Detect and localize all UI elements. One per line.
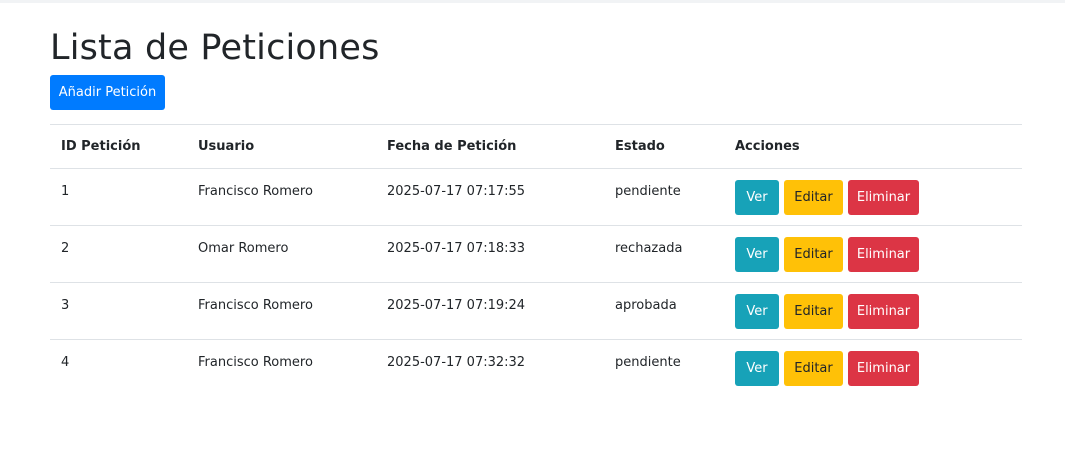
cell-id: 1 xyxy=(50,168,187,226)
header-actions: Acciones xyxy=(724,124,1022,169)
view-button[interactable]: Ver xyxy=(735,236,779,272)
requests-table: ID Petición Usuario Fecha de Petición Es… xyxy=(50,124,1022,397)
table-body: 1 Francisco Romero 2025-07-17 07:17:55 p… xyxy=(50,168,1022,397)
cell-id: 4 xyxy=(50,339,187,397)
page-title: Lista de Peticiones xyxy=(50,28,380,68)
header-user: Usuario xyxy=(187,124,376,169)
row-actions: Ver Editar Eliminar xyxy=(735,293,1022,329)
delete-button[interactable]: Eliminar xyxy=(848,293,919,329)
cell-user: Omar Romero xyxy=(187,225,376,283)
cell-user: Francisco Romero xyxy=(187,339,376,397)
top-bar xyxy=(0,0,1065,3)
table-row: 2 Omar Romero 2025-07-17 07:18:33 rechaz… xyxy=(50,225,1022,283)
header-id: ID Petición xyxy=(50,124,187,169)
cell-status: pendiente xyxy=(604,339,724,397)
row-actions: Ver Editar Eliminar xyxy=(735,236,1022,272)
table-row: 3 Francisco Romero 2025-07-17 07:19:24 a… xyxy=(50,282,1022,340)
add-request-button[interactable]: Añadir Petición xyxy=(50,75,165,110)
cell-user: Francisco Romero xyxy=(187,282,376,340)
cell-id: 3 xyxy=(50,282,187,340)
table-row: 4 Francisco Romero 2025-07-17 07:32:32 p… xyxy=(50,339,1022,397)
view-button[interactable]: Ver xyxy=(735,179,779,215)
cell-actions: Ver Editar Eliminar xyxy=(724,168,1022,226)
edit-button[interactable]: Editar xyxy=(784,293,843,329)
delete-button[interactable]: Eliminar xyxy=(848,179,919,215)
edit-button[interactable]: Editar xyxy=(784,236,843,272)
row-actions: Ver Editar Eliminar xyxy=(735,350,1022,386)
header-status: Estado xyxy=(604,124,724,169)
edit-button[interactable]: Editar xyxy=(784,350,843,386)
cell-date: 2025-07-17 07:32:32 xyxy=(376,339,604,397)
view-button[interactable]: Ver xyxy=(735,293,779,329)
cell-actions: Ver Editar Eliminar xyxy=(724,339,1022,397)
table-row: 1 Francisco Romero 2025-07-17 07:17:55 p… xyxy=(50,168,1022,226)
cell-date: 2025-07-17 07:19:24 xyxy=(376,282,604,340)
header-row: ID Petición Usuario Fecha de Petición Es… xyxy=(50,124,1022,169)
edit-button[interactable]: Editar xyxy=(784,179,843,215)
cell-actions: Ver Editar Eliminar xyxy=(724,282,1022,340)
cell-status: rechazada xyxy=(604,225,724,283)
delete-button[interactable]: Eliminar xyxy=(848,236,919,272)
view-button[interactable]: Ver xyxy=(735,350,779,386)
header-date: Fecha de Petición xyxy=(376,124,604,169)
row-actions: Ver Editar Eliminar xyxy=(735,179,1022,215)
cell-date: 2025-07-17 07:17:55 xyxy=(376,168,604,226)
cell-date: 2025-07-17 07:18:33 xyxy=(376,225,604,283)
cell-user: Francisco Romero xyxy=(187,168,376,226)
cell-actions: Ver Editar Eliminar xyxy=(724,225,1022,283)
cell-status: pendiente xyxy=(604,168,724,226)
table-header: ID Petición Usuario Fecha de Petición Es… xyxy=(50,124,1022,169)
cell-status: aprobada xyxy=(604,282,724,340)
delete-button[interactable]: Eliminar xyxy=(848,350,919,386)
cell-id: 2 xyxy=(50,225,187,283)
